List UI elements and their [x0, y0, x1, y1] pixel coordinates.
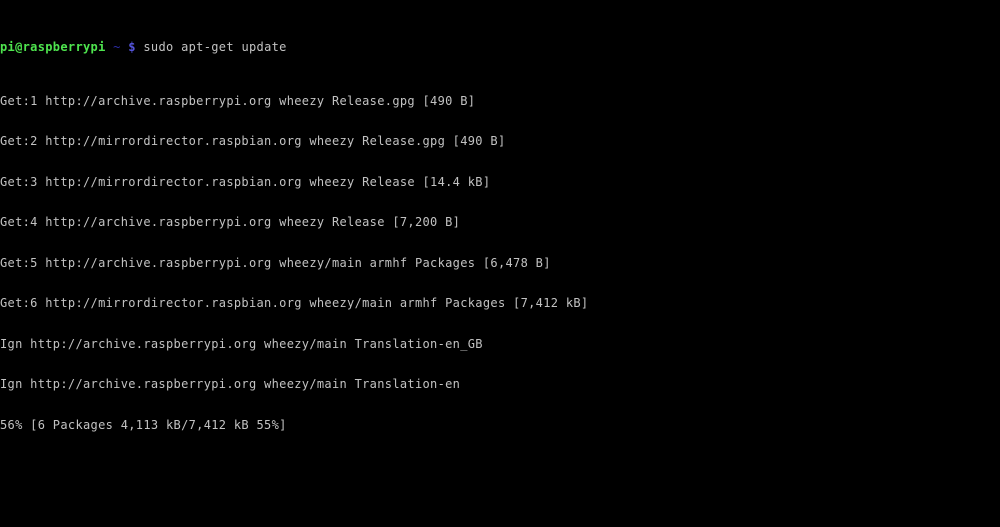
prompt-user-host: pi@raspberrypi	[0, 39, 106, 54]
output-line: Get:5 http://archive.raspberrypi.org whe…	[0, 255, 551, 270]
output-line: Ign http://archive.raspberrypi.org wheez…	[0, 336, 483, 351]
output-line: Get:6 http://mirrordirector.raspbian.org…	[0, 296, 589, 310]
terminal-prompt-line: pi@raspberrypi ~ $ sudo apt-get update	[0, 39, 1000, 55]
output-line: Get:2 http://mirrordirector.raspbian.org…	[0, 134, 506, 148]
output-line: Get:3 http://mirrordirector.raspbian.org…	[0, 174, 491, 189]
command-text: sudo apt-get update	[143, 39, 287, 54]
output-line: Get:4 http://archive.raspberrypi.org whe…	[0, 215, 461, 229]
terminal-screen[interactable]: pi@raspberrypi ~ $ sudo apt-get update G…	[0, 0, 1000, 527]
prompt-working-directory: ~	[113, 39, 121, 54]
output-line: Ign http://archive.raspberrypi.org wheez…	[0, 377, 461, 391]
progress-status-line: 56% [6 Packages 4,113 kB/7,412 kB 55%]	[0, 417, 287, 432]
prompt-dollar-icon: $	[128, 39, 136, 54]
output-line: Get:1 http://archive.raspberrypi.org whe…	[0, 93, 476, 108]
